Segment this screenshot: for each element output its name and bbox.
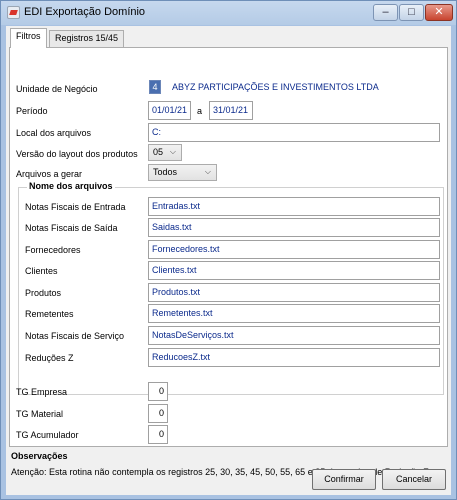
file-name-field[interactable]: Entradas.txt (148, 197, 440, 216)
files-location-label: Local dos arquivos (16, 128, 92, 138)
file-name-label: Reduções Z (25, 353, 74, 363)
files-to-generate-value: Todos (153, 167, 178, 177)
file-name-field[interactable]: Clientes.txt (148, 261, 440, 280)
layout-version-select[interactable]: 05 ⌵ (148, 144, 182, 161)
layout-version-value: 05 (153, 147, 164, 157)
file-name-field[interactable]: Saidas.txt (148, 218, 440, 237)
edi-export-window: EDI Exportação Domínio – □ ✕ Filtros Reg… (0, 0, 457, 500)
files-to-generate-select[interactable]: Todos ⌵ (148, 164, 217, 181)
files-to-generate-label: Arquivos a gerar (16, 169, 83, 179)
app-icon (7, 6, 20, 19)
file-name-field[interactable]: NotasDeServiços.txt (148, 326, 440, 345)
period-separator: a (197, 106, 203, 116)
tab-filtros[interactable]: Filtros (10, 28, 47, 48)
file-names-group-title: Nome dos arquivos (27, 181, 115, 191)
chevron-down-icon: ⌵ (204, 167, 211, 176)
chevron-down-icon: ⌵ (169, 147, 176, 156)
business-unit-label: Unidade de Negócio (16, 84, 98, 94)
cancel-button[interactable]: Cancelar (382, 469, 446, 490)
filters-panel: Unidade de Negócio 4 ABYZ PARTICIPAÇÕES … (9, 47, 448, 447)
confirm-button[interactable]: Confirmar (312, 469, 376, 490)
file-name-label: Fornecedores (25, 245, 81, 255)
close-button[interactable]: ✕ (425, 4, 453, 21)
file-name-label: Notas Fiscais de Serviço (25, 331, 125, 341)
client-area: Filtros Registros 15/45 Unidade de Negóc… (6, 26, 451, 495)
tg-empresa-label: TG Empresa (16, 387, 68, 397)
file-name-label: Produtos (25, 288, 62, 298)
file-name-field[interactable]: Remetentes.txt (148, 304, 440, 323)
tg-empresa-field[interactable]: 0 (148, 382, 168, 401)
period-label: Período (16, 106, 48, 116)
observations-title: Observações (11, 451, 68, 461)
title-bar[interactable]: EDI Exportação Domínio – □ ✕ (1, 1, 456, 25)
layout-version-label: Versão do layout dos produtos (16, 149, 138, 159)
file-name-field[interactable]: Fornecedores.txt (148, 240, 440, 259)
tg-material-label: TG Material (16, 409, 64, 419)
file-name-label: Notas Fiscais de Saída (25, 223, 118, 233)
file-name-label: Notas Fiscais de Entrada (25, 202, 126, 212)
window-title: EDI Exportação Domínio (24, 6, 146, 18)
file-name-field[interactable]: Produtos.txt (148, 283, 440, 302)
tab-registros-15-45[interactable]: Registros 15/45 (49, 30, 125, 47)
file-name-label: Clientes (25, 266, 58, 276)
minimize-button[interactable]: – (373, 4, 398, 21)
business-unit-name: ABYZ PARTICIPAÇÕES E INVESTIMENTOS LTDA (172, 82, 379, 92)
tg-material-field[interactable]: 0 (148, 404, 168, 423)
file-name-field[interactable]: ReducoesZ.txt (148, 348, 440, 367)
files-location-field[interactable]: C: (148, 123, 440, 142)
period-end-field[interactable]: 31/01/21 (209, 101, 253, 120)
file-name-label: Remetentes (25, 309, 74, 319)
file-names-group: Nome dos arquivos Notas Fiscais de Entra… (18, 181, 444, 395)
period-start-field[interactable]: 01/01/21 (148, 101, 191, 120)
maximize-button[interactable]: □ (399, 4, 424, 21)
business-unit-code-field[interactable]: 4 (149, 80, 161, 94)
tg-accumulator-field[interactable]: 0 (148, 425, 168, 444)
tg-accumulator-label: TG Acumulador (16, 430, 79, 440)
